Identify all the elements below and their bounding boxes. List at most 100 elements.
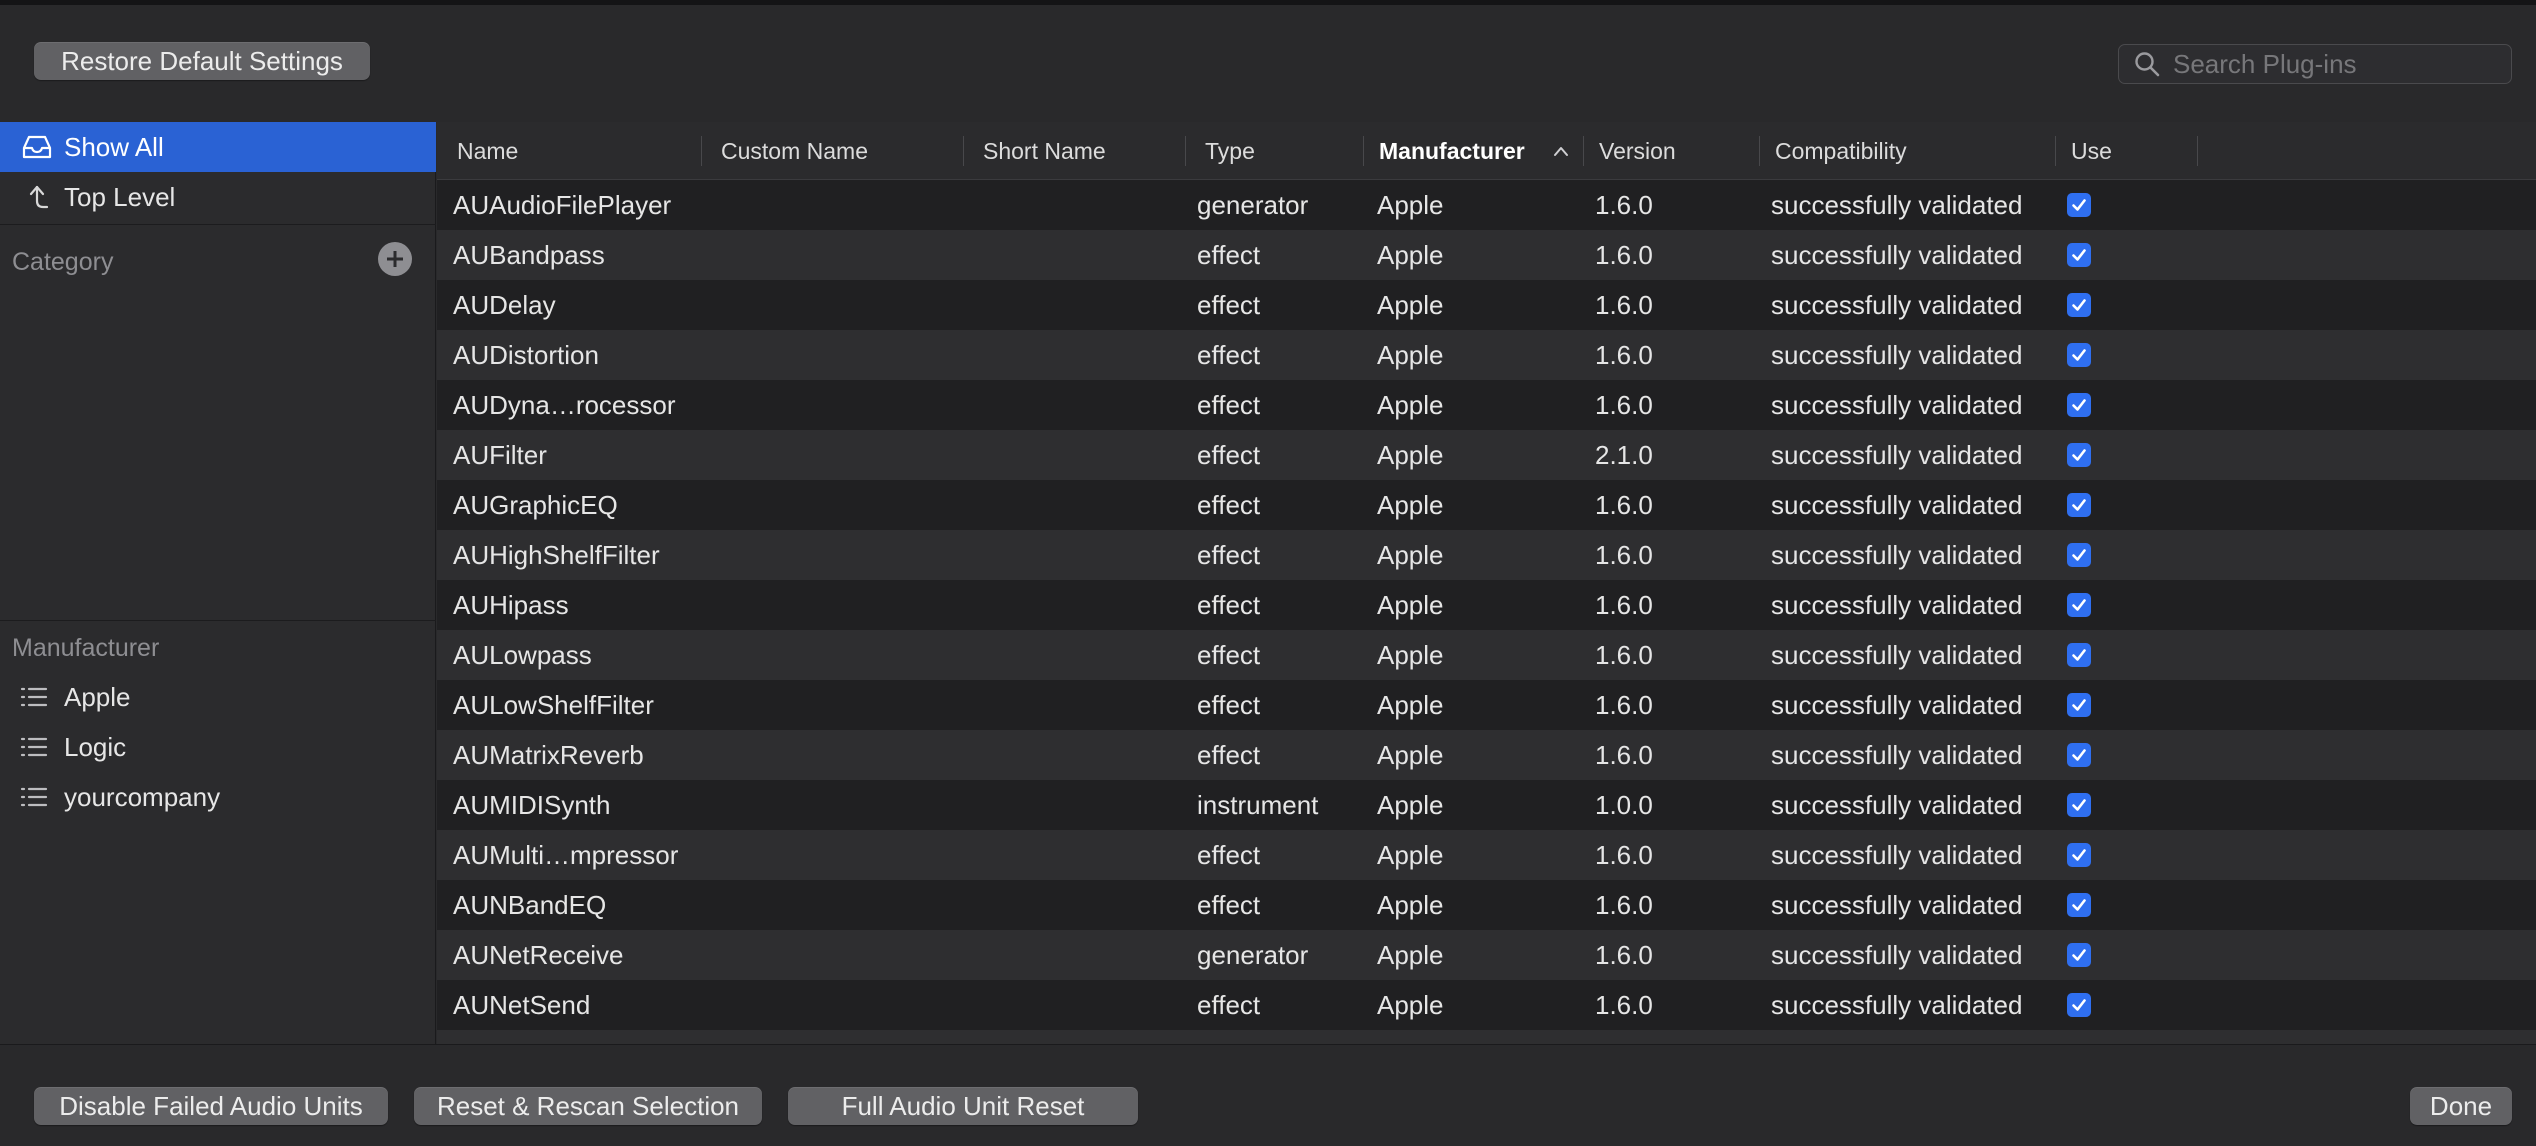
disable-failed-button[interactable]: Disable Failed Audio Units [34, 1087, 388, 1125]
cell-manufacturer: Apple [1377, 589, 1444, 620]
sidebar-item-label: Logic [64, 731, 127, 762]
column-header-use[interactable]: Use [2055, 122, 2197, 180]
table-row-partial[interactable] [437, 1030, 2536, 1044]
cell-name: AULowpass [453, 639, 592, 670]
sidebar-item-label: Apple [64, 681, 131, 712]
table-row[interactable]: AUDistortion effect Apple 1.6.0 successfully… [437, 330, 2536, 380]
cell-manufacturer: Apple [1377, 839, 1444, 870]
use-checkbox[interactable] [2067, 793, 2091, 817]
done-button[interactable]: Done [2410, 1087, 2512, 1125]
add-category-button[interactable] [378, 242, 412, 276]
column-header-label: Custom Name [721, 137, 868, 164]
cell-manufacturer: Apple [1377, 989, 1444, 1020]
column-header-short-name[interactable]: Short Name [963, 122, 1185, 180]
cell-manufacturer: Apple [1377, 789, 1444, 820]
table-row[interactable]: AUBandpass effect Apple 1.6.0 successfully v… [437, 230, 2536, 280]
column-divider[interactable] [2197, 136, 2198, 166]
column-header-version[interactable]: Version [1583, 122, 1759, 180]
use-checkbox[interactable] [2067, 243, 2091, 267]
column-header-type[interactable]: Type [1185, 122, 1363, 180]
table-row[interactable]: AUHighShelfFilter effect Apple 1.6.0 success… [437, 530, 2536, 580]
column-header-compatibility[interactable]: Compatibility [1759, 122, 2055, 180]
table-row[interactable]: AUFilter effect Apple 2.1.0 successfully val… [437, 430, 2536, 480]
use-checkbox[interactable] [2067, 843, 2091, 867]
checkmark-icon [2072, 449, 2086, 461]
cell-manufacturer: Apple [1377, 539, 1444, 570]
cell-type: effect [1197, 639, 1261, 670]
cell-compatibility: successfully validated [1771, 489, 2023, 520]
table-row[interactable]: AUNetReceive generator Apple 1.6.0 successfu… [437, 930, 2536, 980]
use-checkbox[interactable] [2067, 943, 2091, 967]
sidebar-item-apple[interactable]: Apple [0, 672, 436, 722]
cell-version: 1.6.0 [1595, 839, 1653, 870]
sidebar-item-show-all[interactable]: Show All [0, 122, 436, 172]
use-checkbox[interactable] [2067, 443, 2091, 467]
full-reset-button[interactable]: Full Audio Unit Reset [788, 1087, 1138, 1125]
plugin-table: Name Custom Name Short Name Type Manufac… [437, 122, 2536, 1044]
cell-type: effect [1197, 539, 1261, 570]
use-checkbox[interactable] [2067, 643, 2091, 667]
cell-manufacturer: Apple [1377, 189, 1444, 220]
sidebar-item-logic[interactable]: Logic [0, 722, 436, 772]
cell-compatibility: successfully validated [1771, 289, 2023, 320]
checkmark-icon [2072, 549, 2086, 561]
use-checkbox[interactable] [2067, 693, 2091, 717]
restore-defaults-button[interactable]: Restore Default Settings [34, 42, 370, 80]
cell-version: 1.6.0 [1595, 639, 1653, 670]
cell-name: AUBandpass [453, 239, 605, 270]
use-checkbox[interactable] [2067, 743, 2091, 767]
table-row[interactable]: AULowShelfFilter effect Apple 1.6.0 successf… [437, 680, 2536, 730]
use-checkbox[interactable] [2067, 993, 2091, 1017]
use-checkbox[interactable] [2067, 293, 2091, 317]
table-row[interactable]: AUDyna…rocessor effect Apple 1.6.0 successfu… [437, 380, 2536, 430]
use-checkbox[interactable] [2067, 343, 2091, 367]
use-checkbox[interactable] [2067, 593, 2091, 617]
table-row[interactable]: AULowpass effect Apple 1.6.0 successfully va… [437, 630, 2536, 680]
cell-compatibility: successfully validated [1771, 589, 2023, 620]
cell-name: AUAudioFilePlayer [453, 189, 672, 220]
cell-manufacturer: Apple [1377, 339, 1444, 370]
window-top-border [0, 0, 2536, 5]
search-field[interactable] [2118, 44, 2512, 84]
use-checkbox[interactable] [2067, 543, 2091, 567]
column-header-custom-name[interactable]: Custom Name [701, 122, 963, 180]
cell-manufacturer: Apple [1377, 689, 1444, 720]
table-row[interactable]: AUMulti…mpressor effect Apple 1.6.0 successf… [437, 830, 2536, 880]
use-checkbox[interactable] [2067, 193, 2091, 217]
cell-type: effect [1197, 889, 1261, 920]
table-row[interactable]: AUGraphicEQ effect Apple 1.6.0 successfully … [437, 480, 2536, 530]
sidebar-item-top-level[interactable]: Top Level [0, 172, 436, 222]
column-header-label: Short Name [983, 137, 1106, 164]
sidebar-item-label: Show All [64, 131, 164, 162]
table-row[interactable]: AUMatrixReverb effect Apple 1.6.0 successful… [437, 730, 2536, 780]
checkmark-icon [2072, 899, 2086, 911]
checkmark-icon [2072, 999, 2086, 1011]
use-checkbox[interactable] [2067, 393, 2091, 417]
cell-compatibility: successfully validated [1771, 889, 2023, 920]
table-row[interactable]: AUAudioFilePlayer generator Apple 1.6.0 succ… [437, 180, 2536, 230]
cell-compatibility: successfully validated [1771, 189, 2023, 220]
column-header-label: Use [2071, 137, 2112, 164]
reset-rescan-button[interactable]: Reset & Rescan Selection [414, 1087, 762, 1125]
table-row[interactable]: AUDelay effect Apple 1.6.0 successfully vali… [437, 280, 2536, 330]
table-row[interactable]: AUNetSend effect Apple 1.6.0 successfully va… [437, 980, 2536, 1030]
cell-manufacturer: Apple [1377, 939, 1444, 970]
sidebar-item-yourcompany[interactable]: yourcompany [0, 772, 436, 822]
table-row[interactable]: AUNBandEQ effect Apple 1.6.0 successfully va… [437, 880, 2536, 930]
cell-version: 1.6.0 [1595, 939, 1653, 970]
use-checkbox[interactable] [2067, 493, 2091, 517]
cell-type: effect [1197, 439, 1261, 470]
sidebar-item-label: yourcompany [64, 781, 221, 812]
checkmark-icon [2072, 299, 2086, 311]
cell-version: 1.6.0 [1595, 989, 1653, 1020]
table-row[interactable]: AUHipass effect Apple 1.6.0 successfully val… [437, 580, 2536, 630]
cell-version: 1.6.0 [1595, 739, 1653, 770]
column-header-manufacturer[interactable]: Manufacturer [1363, 122, 1583, 180]
table-row[interactable]: AUMIDISynth instrument Apple 1.0.0 successfu… [437, 780, 2536, 830]
cell-version: 1.0.0 [1595, 789, 1653, 820]
list-icon [20, 686, 54, 708]
column-header-name[interactable]: Name [437, 122, 701, 180]
use-checkbox[interactable] [2067, 893, 2091, 917]
cell-manufacturer: Apple [1377, 889, 1444, 920]
search-input[interactable] [2173, 48, 2511, 80]
